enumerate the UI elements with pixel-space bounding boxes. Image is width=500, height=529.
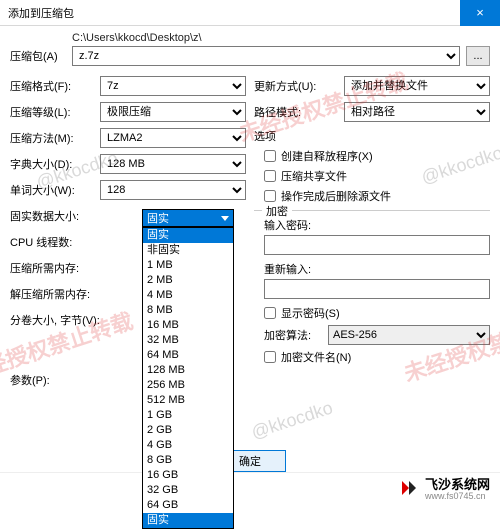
word-select[interactable]: 128 <box>100 180 246 200</box>
archive-combo[interactable]: z.7z <box>72 46 460 66</box>
button-bar: 确定 <box>0 450 500 472</box>
solid-option[interactable]: 2 GB <box>143 423 233 438</box>
cpu-label: CPU 线程数: <box>10 234 100 250</box>
split-label: 分卷大小, 字节(V): <box>10 312 100 328</box>
dict-select[interactable]: 128 MB <box>100 154 246 174</box>
solid-option[interactable]: 非固实 <box>143 243 233 258</box>
sfx-checkbox[interactable]: 创建自释放程序(X) <box>264 148 490 164</box>
archive-label: 压缩包(A) <box>10 48 66 64</box>
solid-dropdown-list[interactable]: 固实非固实1 MB2 MB4 MB8 MB16 MB32 MB64 MB128 … <box>142 227 234 529</box>
encnames-checkbox[interactable]: 加密文件名(N) <box>264 349 490 365</box>
solid-option[interactable]: 32 MB <box>143 333 233 348</box>
watermark-at: @kkocdko <box>249 397 336 443</box>
method-select[interactable]: LZMA2 <box>100 128 246 148</box>
brand-icon <box>399 478 419 498</box>
solid-option[interactable]: 2 MB <box>143 273 233 288</box>
pw1-input[interactable] <box>264 235 490 255</box>
solid-option[interactable]: 1 GB <box>143 408 233 423</box>
solid-select-open[interactable]: 固实 <box>142 209 234 227</box>
format-select[interactable]: 7z <box>100 76 246 96</box>
pw2-label: 重新输入: <box>264 261 490 277</box>
pw2-input[interactable] <box>264 279 490 299</box>
solid-option[interactable]: 512 MB <box>143 393 233 408</box>
update-label: 更新方式(U): <box>254 78 344 94</box>
method-label: 压缩方法(M): <box>10 130 100 146</box>
memcomp-label: 压缩所需内存: <box>10 260 100 276</box>
encryption-title: 加密 <box>262 203 292 219</box>
solid-option[interactable]: 128 MB <box>143 363 233 378</box>
memdecomp-label: 解压缩所需内存: <box>10 286 100 302</box>
solid-option[interactable]: 64 MB <box>143 348 233 363</box>
level-select[interactable]: 极限压缩 <box>100 102 246 122</box>
showpw-checkbox[interactable]: 显示密码(S) <box>264 305 490 321</box>
encmethod-label: 加密算法: <box>264 327 322 343</box>
word-label: 单词大小(W): <box>10 182 100 198</box>
dialog-content: C:\Users\kkocd\Desktop\z\ 压缩包(A) z.7z ..… <box>0 26 500 402</box>
solid-option[interactable]: 16 GB <box>143 468 233 483</box>
options-title: 选项 <box>254 128 490 144</box>
path-value: C:\Users\kkocd\Desktop\z\ <box>72 32 490 44</box>
solid-option[interactable]: 8 MB <box>143 303 233 318</box>
pathmode-label: 路径模式: <box>254 104 344 120</box>
solid-option[interactable]: 64 GB <box>143 498 233 513</box>
brand-footer: 飞沙系统网 www.fs0745.cn <box>0 472 500 502</box>
encryption-group: 加密 输入密码: 重新输入: 显示密码(S) 加密算法:AES-256 加密文件… <box>254 210 490 365</box>
solid-option[interactable]: 固实 <box>143 513 233 528</box>
params-label: 参数(P): <box>10 372 100 388</box>
solid-option[interactable]: 4 GB <box>143 438 233 453</box>
dict-label: 字典大小(D): <box>10 156 100 172</box>
delete-checkbox[interactable]: 操作完成后删除源文件 <box>264 188 490 204</box>
brand-sub: www.fs0745.cn <box>425 491 490 501</box>
titlebar: 添加到压缩包 × <box>0 0 500 26</box>
right-column: 更新方式(U):添加并替换文件 路径模式:相对路径 选项 创建自释放程序(X) … <box>254 76 490 396</box>
level-label: 压缩等级(L): <box>10 104 100 120</box>
share-checkbox[interactable]: 压缩共享文件 <box>264 168 490 184</box>
solid-option[interactable]: 32 GB <box>143 483 233 498</box>
solid-label: 固实数据大小: <box>10 208 100 224</box>
pathmode-select[interactable]: 相对路径 <box>344 102 490 122</box>
encmethod-select[interactable]: AES-256 <box>328 325 490 345</box>
solid-option[interactable]: 4 MB <box>143 288 233 303</box>
format-label: 压缩格式(F): <box>10 78 100 94</box>
solid-option[interactable]: 固实 <box>143 228 233 243</box>
solid-option[interactable]: 16 MB <box>143 318 233 333</box>
pw1-label: 输入密码: <box>264 217 490 233</box>
close-button[interactable]: × <box>460 0 500 26</box>
solid-option[interactable]: 8 GB <box>143 453 233 468</box>
window-title: 添加到压缩包 <box>8 5 460 21</box>
update-select[interactable]: 添加并替换文件 <box>344 76 490 96</box>
solid-option[interactable]: 256 MB <box>143 378 233 393</box>
browse-button[interactable]: ... <box>466 46 490 66</box>
solid-option[interactable]: 1 MB <box>143 258 233 273</box>
path-label <box>10 32 66 44</box>
